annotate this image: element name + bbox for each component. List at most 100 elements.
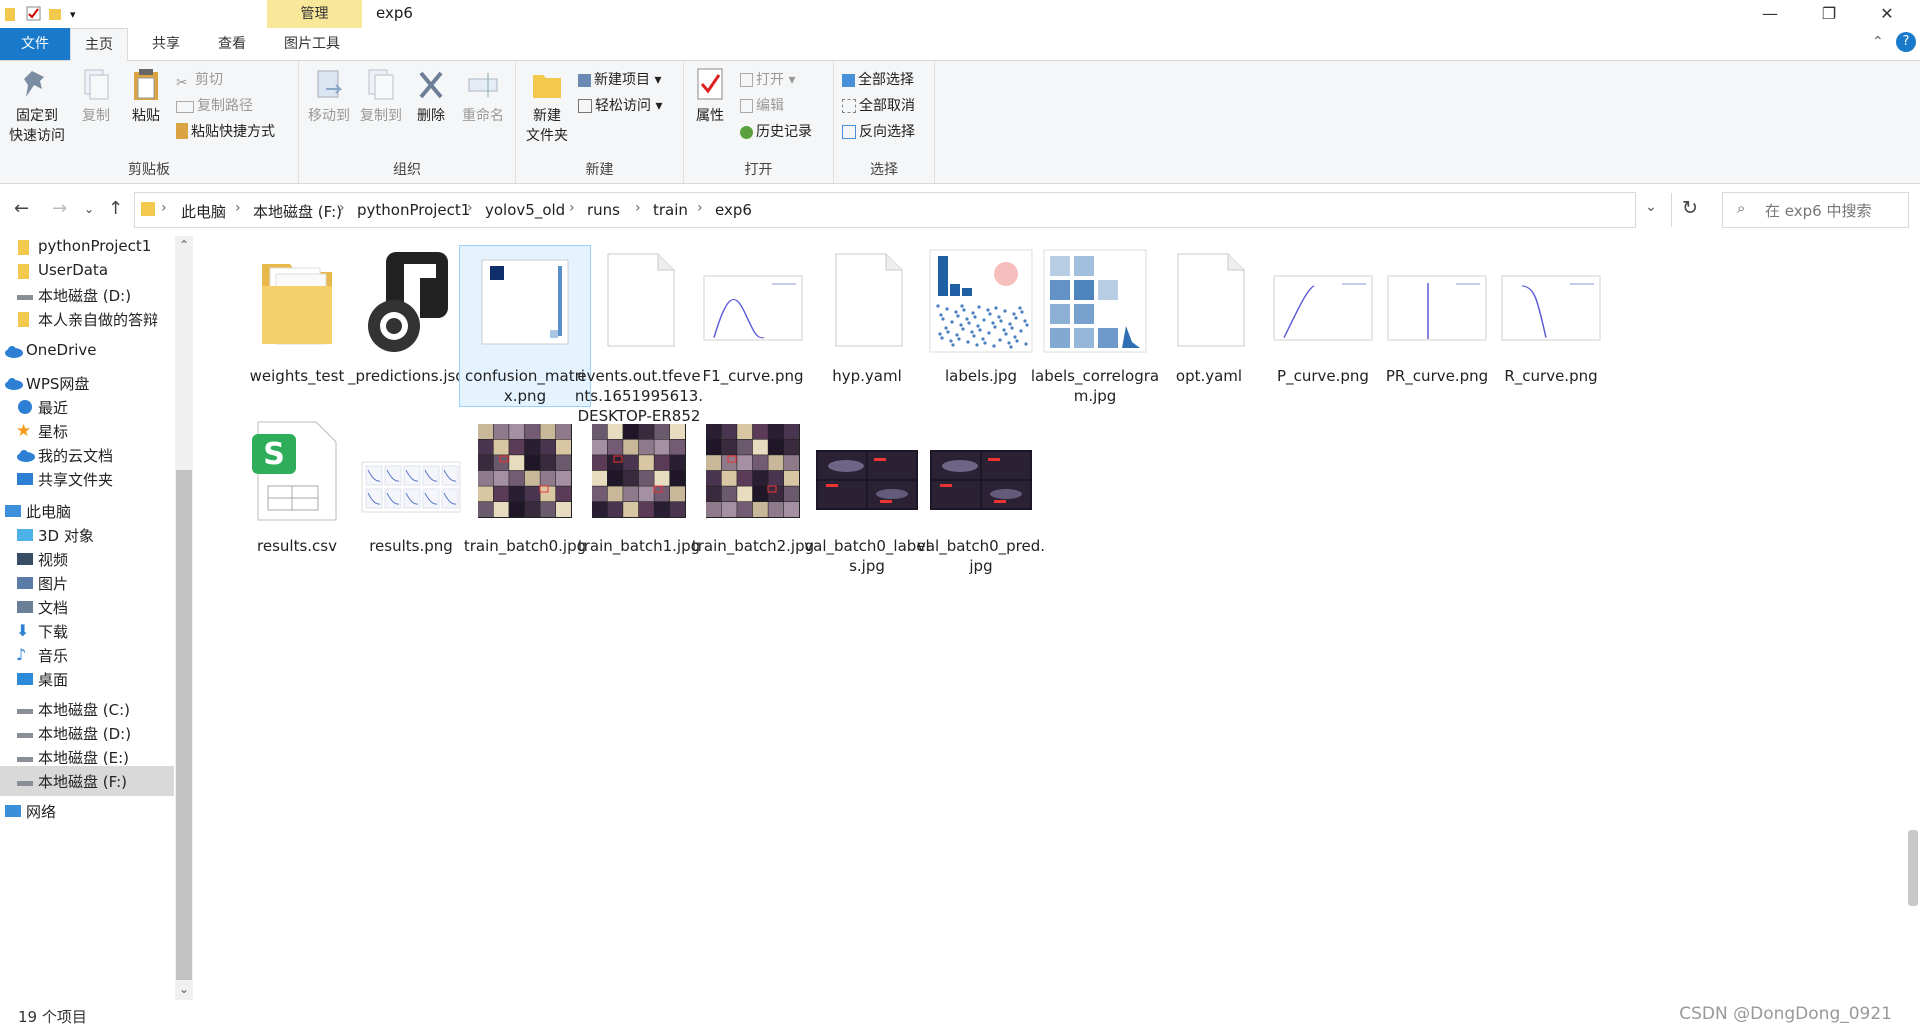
file-item[interactable]: labels_correlogram.jpg (1030, 246, 1160, 406)
content-scroll-indicator[interactable] (1908, 830, 1918, 906)
file-item[interactable]: _predictions.json (346, 246, 476, 386)
nav-item-label: 图片 (38, 575, 69, 593)
history-button[interactable]: 历史记录 (740, 121, 812, 141)
breadcrumb-item[interactable]: 本地磁盘 (F:) (253, 201, 342, 222)
customize-quick-access-icon[interactable]: ▾ (70, 8, 76, 21)
tab-home[interactable]: 主页 (70, 28, 128, 61)
file-item[interactable]: Sresults.csv (232, 416, 362, 556)
cloud-icon (16, 446, 35, 464)
breadcrumb-separator[interactable]: › (697, 200, 703, 216)
maximize-button[interactable]: ❐ (1800, 0, 1858, 28)
download-icon: ⬇ (16, 621, 30, 640)
video-icon (16, 550, 34, 568)
address-dropdown-icon[interactable]: ⌄ (1645, 199, 1657, 215)
breadcrumb-separator[interactable]: › (235, 200, 241, 216)
file-item[interactable]: hyp.yaml (802, 246, 932, 386)
file-item[interactable]: P_curve.png (1258, 246, 1388, 386)
close-button[interactable]: ✕ (1858, 0, 1916, 28)
tab-view[interactable]: 查看 (204, 28, 260, 60)
nav-scrollbar-thumb[interactable] (176, 470, 192, 980)
file-item[interactable]: PR_curve.png (1372, 246, 1502, 386)
minimize-button[interactable]: — (1741, 0, 1799, 28)
file-thumbnail (1372, 246, 1502, 366)
file-item[interactable]: opt.yaml (1144, 246, 1274, 386)
file-thumbnail (574, 246, 704, 366)
address-bar[interactable]: › 此电脑 › 本地磁盘 (F:) › pythonProject1 › yolov5_ol… (134, 192, 1672, 228)
nav-item[interactable]: 本地磁盘 (F:) (0, 766, 174, 796)
breadcrumb-item[interactable]: 此电脑 (181, 201, 226, 222)
tab-file[interactable]: 文件 (0, 28, 70, 60)
manage-context-tab[interactable]: 管理 (267, 0, 362, 28)
edit-button[interactable]: 编辑 (740, 95, 784, 115)
nav-item[interactable]: 桌面 (0, 664, 174, 694)
file-item[interactable]: val_batch0_pred.jpg (916, 416, 1046, 576)
easy-access-button[interactable]: 轻松访问 ▾ (578, 95, 662, 115)
nav-item[interactable]: 本人亲自做的答辩 (0, 304, 174, 334)
star-icon: ★ (16, 421, 32, 441)
cut-button[interactable]: ✂ 剪切 (176, 69, 223, 91)
breadcrumb-separator[interactable]: › (635, 200, 641, 216)
open-button[interactable]: 打开 ▾ (740, 69, 795, 89)
new-item-button[interactable]: 新建项目 ▾ (578, 69, 661, 89)
select-all-button[interactable]: 全部选择 (842, 69, 914, 89)
paste-button[interactable]: 粘贴 (124, 67, 168, 125)
breadcrumb-item[interactable]: train (653, 201, 688, 219)
properties-quick-icon[interactable] (26, 6, 42, 26)
new-folder-quick-icon[interactable] (48, 6, 64, 26)
select-none-button[interactable]: 全部取消 (842, 95, 915, 115)
collapse-ribbon-icon[interactable]: ⌃ (1872, 34, 1884, 50)
breadcrumb-item[interactable]: yolov5_old (485, 201, 565, 219)
help-icon[interactable]: ? (1896, 32, 1916, 52)
file-item[interactable]: train_batch1.jpg (574, 416, 704, 556)
copy-button[interactable]: 复制 (74, 67, 118, 125)
breadcrumb-separator[interactable]: › (339, 200, 345, 216)
file-item[interactable]: confusion_matrix.png (459, 245, 591, 407)
folder-quick-icon[interactable] (4, 6, 18, 26)
file-item[interactable]: R_curve.png (1486, 246, 1616, 386)
file-name: results.csv (257, 537, 337, 555)
nav-item[interactable]: 共享文件夹 (0, 464, 174, 494)
file-thumbnail (916, 416, 1046, 536)
rename-button[interactable]: 重命名 (457, 67, 509, 125)
file-thumbnail (460, 246, 590, 366)
tab-share[interactable]: 共享 (138, 28, 194, 60)
delete-button[interactable]: 删除 (411, 67, 451, 125)
breadcrumb-item[interactable]: runs (587, 201, 620, 219)
file-item[interactable]: train_batch2.jpg (688, 416, 818, 556)
tab-picture-tools[interactable]: 图片工具 (270, 28, 354, 60)
file-item[interactable]: results.png (346, 416, 476, 556)
invert-selection-button[interactable]: 反向选择 (842, 121, 915, 141)
paste-shortcut-button[interactable]: 粘贴快捷方式 (176, 121, 275, 141)
nav-item[interactable]: OneDrive (0, 336, 174, 366)
breadcrumb-item[interactable]: exp6 (715, 201, 752, 219)
up-arrow-icon[interactable]: ↑ (108, 198, 123, 219)
svg-text:S: S (263, 437, 285, 472)
recent-locations-icon[interactable]: ⌄ (84, 202, 94, 216)
file-item[interactable]: val_batch0_labels.jpg (802, 416, 932, 576)
pin-quick-access-button[interactable]: 固定到 快速访问 (6, 67, 68, 145)
file-item[interactable]: weights_test (232, 246, 362, 386)
search-input[interactable]: ⌕ 在 exp6 中搜索 (1722, 192, 1909, 228)
breadcrumb-separator[interactable]: › (467, 200, 473, 216)
scroll-up-icon[interactable]: ⌃ (179, 238, 189, 252)
breadcrumb-item[interactable]: pythonProject1 (357, 201, 470, 219)
copy-path-button[interactable]: 复制路径 (176, 95, 253, 115)
new-folder-button[interactable]: 新建 文件夹 (522, 67, 572, 145)
properties-button[interactable]: 属性 (688, 67, 732, 125)
file-thumbnail (688, 416, 818, 536)
breadcrumb-separator[interactable]: › (569, 200, 575, 216)
nav-item-label: 本人亲自做的答辩 (38, 311, 159, 329)
file-item[interactable]: train_batch0.jpg (460, 416, 590, 556)
scroll-down-icon[interactable]: ⌄ (179, 982, 189, 996)
file-name: P_curve.png (1277, 367, 1369, 385)
file-item[interactable]: F1_curve.png (688, 246, 818, 386)
refresh-icon[interactable]: ↻ (1682, 197, 1698, 219)
back-arrow-icon[interactable]: ← (14, 198, 29, 219)
file-item[interactable]: labels.jpg (916, 246, 1046, 386)
move-to-button[interactable]: 移动到 (305, 67, 353, 125)
nav-item[interactable]: 网络 (0, 796, 174, 826)
copy-to-button[interactable]: 复制到 (357, 67, 405, 125)
breadcrumb-separator[interactable]: › (161, 200, 167, 216)
properties-icon (697, 68, 723, 100)
forward-arrow-icon[interactable]: → (52, 198, 67, 219)
